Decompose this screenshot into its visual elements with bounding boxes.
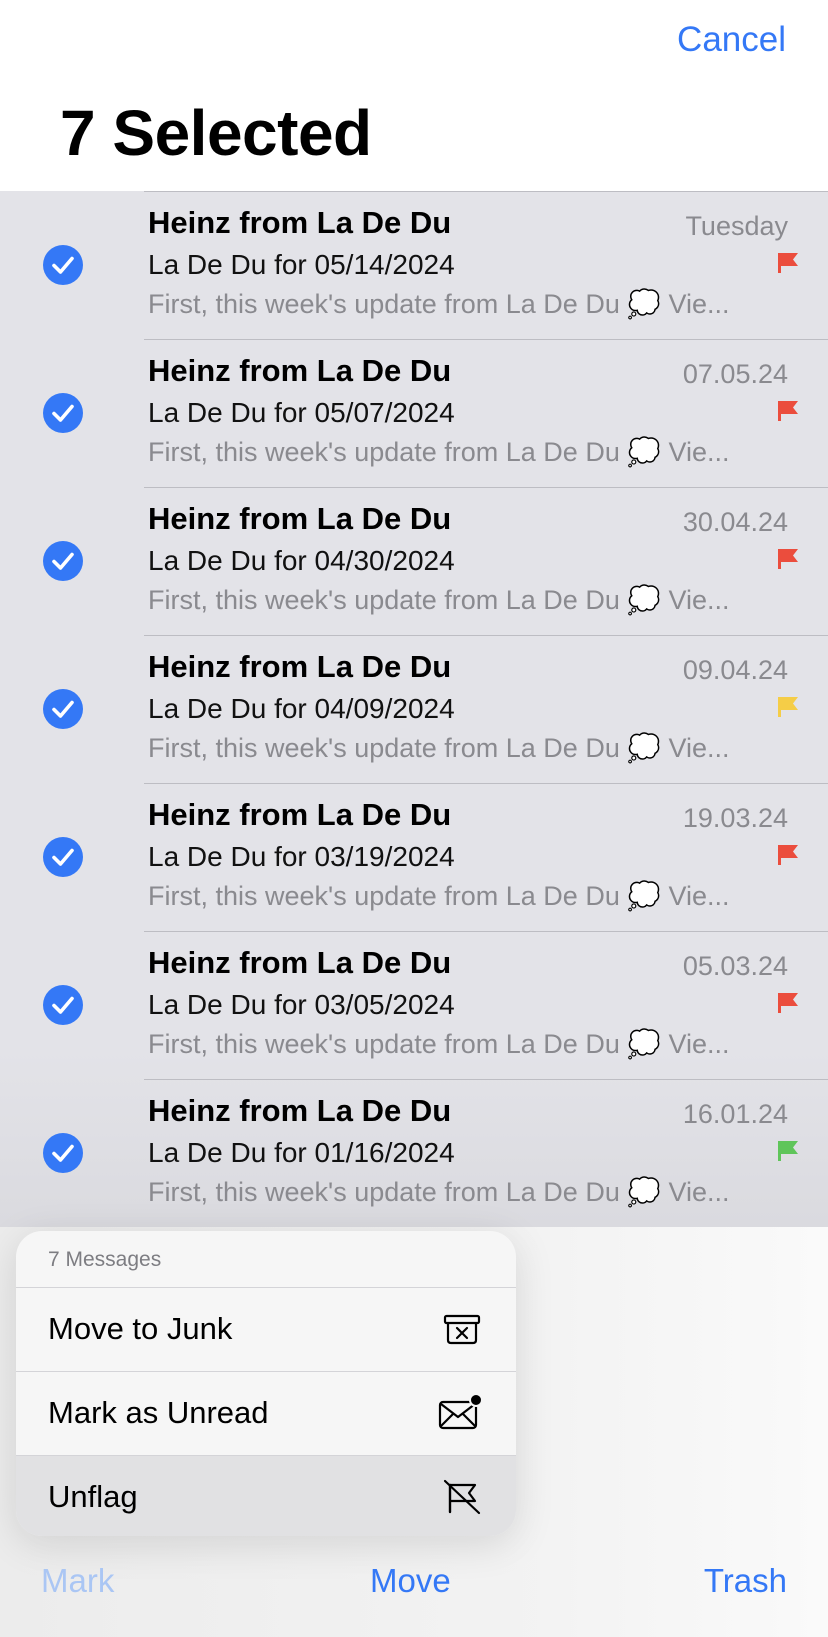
flag-icon <box>778 549 798 569</box>
mark-button[interactable]: Mark <box>41 1562 114 1600</box>
message-sender: Heinz from La De Du <box>148 797 452 832</box>
trash-button[interactable]: Trash <box>704 1562 787 1600</box>
message-preview: First, this week's update from La De Du … <box>148 733 730 763</box>
flag-icon <box>778 697 798 717</box>
message-row[interactable]: Heinz from La De Du Tuesday La De Du for… <box>0 191 828 339</box>
message-sender: Heinz from La De Du <box>148 205 452 240</box>
row-divider <box>144 339 828 340</box>
move-button[interactable]: Move <box>370 1562 451 1600</box>
menu-item-move-to-junk[interactable]: Move to Junk <box>16 1288 516 1372</box>
message-date: 19.03.24 <box>682 803 788 833</box>
message-date: 30.04.24 <box>682 507 788 537</box>
message-row[interactable]: Heinz from La De Du 07.05.24 La De Du fo… <box>0 339 828 487</box>
row-divider <box>144 783 828 784</box>
message-preview: First, this week's update from La De Du … <box>148 437 730 467</box>
message-sender: Heinz from La De Du <box>148 1093 452 1128</box>
junk-bin-icon <box>443 1314 481 1345</box>
flag-icon <box>778 993 798 1013</box>
message-date: 09.04.24 <box>682 655 788 685</box>
message-list: Heinz from La De Du Tuesday La De Du for… <box>0 191 828 1227</box>
flag-icon <box>778 845 798 865</box>
message-date: 07.05.24 <box>682 359 788 389</box>
row-divider <box>144 1079 828 1080</box>
message-subject: La De Du for 04/09/2024 <box>148 693 455 724</box>
message-preview: First, this week's update from La De Du … <box>148 289 730 319</box>
message-row[interactable]: Heinz from La De Du 09.04.24 La De Du fo… <box>0 635 828 783</box>
message-row[interactable]: Heinz from La De Du 19.03.24 La De Du fo… <box>0 783 828 931</box>
selected-checkmark-icon[interactable] <box>43 245 83 285</box>
selected-checkmark-icon[interactable] <box>43 1133 83 1173</box>
message-subject: La De Du for 03/19/2024 <box>148 841 455 872</box>
message-subject: La De Du for 04/30/2024 <box>148 545 455 576</box>
envelope-unread-icon <box>438 1393 482 1430</box>
selected-checkmark-icon[interactable] <box>43 541 83 581</box>
selected-checkmark-icon[interactable] <box>43 393 83 433</box>
message-row[interactable]: Heinz from La De Du 16.01.24 La De Du fo… <box>0 1079 828 1227</box>
message-date: 16.01.24 <box>682 1099 788 1129</box>
message-preview: First, this week's update from La De Du … <box>148 881 730 911</box>
selected-checkmark-icon[interactable] <box>43 985 83 1025</box>
row-divider <box>144 635 828 636</box>
message-sender: Heinz from La De Du <box>148 501 452 536</box>
menu-item-label: Mark as Unread <box>48 1395 269 1430</box>
menu-item-label: Unflag <box>48 1479 138 1514</box>
menu-item-label: Move to Junk <box>48 1311 233 1346</box>
page-title: 7 Selected <box>60 97 372 169</box>
selected-checkmark-icon[interactable] <box>43 689 83 729</box>
menu-header: 7 Messages <box>16 1231 516 1288</box>
message-row[interactable]: Heinz from La De Du 05.03.24 La De Du fo… <box>0 931 828 1079</box>
move-context-menu: 7 Messages Move to Junk Mark as Unread U… <box>16 1231 516 1536</box>
message-row[interactable]: Heinz from La De Du 30.04.24 La De Du fo… <box>0 487 828 635</box>
message-sender: Heinz from La De Du <box>148 945 452 980</box>
flag-icon <box>778 401 798 421</box>
message-preview: First, this week's update from La De Du … <box>148 1029 730 1059</box>
cancel-button[interactable]: Cancel <box>677 20 786 60</box>
selected-checkmark-icon[interactable] <box>43 837 83 877</box>
nav-header: Cancel 7 Selected <box>0 0 828 191</box>
message-preview: First, this week's update from La De Du … <box>148 1177 730 1207</box>
row-divider <box>144 191 828 192</box>
flag-icon <box>778 253 798 273</box>
row-divider <box>144 931 828 932</box>
message-sender: Heinz from La De Du <box>148 353 452 388</box>
message-subject: La De Du for 05/07/2024 <box>148 397 455 428</box>
message-date: 05.03.24 <box>682 951 788 981</box>
menu-item-mark-as-unread[interactable]: Mark as Unread <box>16 1372 516 1456</box>
message-subject: La De Du for 01/16/2024 <box>148 1137 455 1168</box>
unflag-icon <box>443 1479 481 1515</box>
message-preview: First, this week's update from La De Du … <box>148 585 730 615</box>
row-divider <box>144 487 828 488</box>
message-subject: La De Du for 03/05/2024 <box>148 989 455 1020</box>
message-subject: La De Du for 05/14/2024 <box>148 249 455 280</box>
flag-icon <box>778 1141 798 1161</box>
menu-item-unflag[interactable]: Unflag <box>16 1456 516 1536</box>
message-date: Tuesday <box>685 211 788 241</box>
message-sender: Heinz from La De Du <box>148 649 452 684</box>
